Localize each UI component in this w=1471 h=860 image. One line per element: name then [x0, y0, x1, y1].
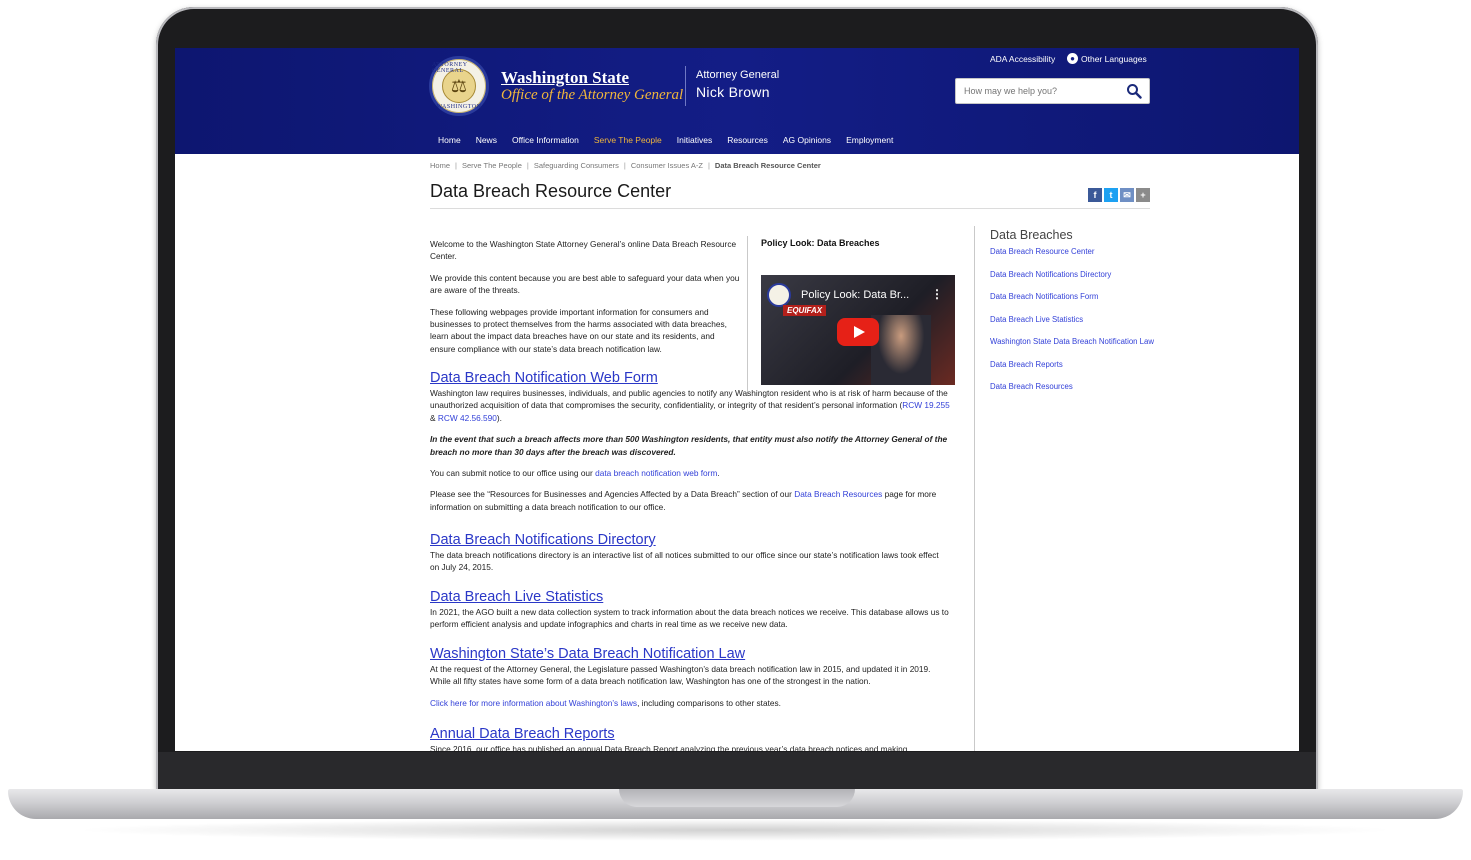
page-title: Data Breach Resource Center: [430, 181, 672, 201]
brand-divider: [685, 66, 686, 106]
more-options-icon[interactable]: ⋮: [931, 287, 943, 301]
breadcrumb-home[interactable]: Home: [430, 161, 450, 170]
section-reports: Annual Data Breach Reports Since 2016, o…: [430, 725, 950, 751]
sidebar-item-resources[interactable]: Data Breach Resources: [990, 381, 1155, 392]
video-title[interactable]: Policy Look: Data Br...: [801, 289, 909, 301]
section-law: Washington State’s Data Breach Notificat…: [430, 645, 950, 718]
intro-paragraph: These following webpages provide importa…: [430, 306, 727, 354]
nav-news[interactable]: News: [476, 135, 497, 147]
globe-icon: ●: [1067, 53, 1078, 64]
notify-ag-notice: In the event that such a breach affects …: [430, 434, 948, 457]
nav-home[interactable]: Home: [438, 135, 461, 147]
rcw-42-56-590-link[interactable]: RCW 42.56.590: [438, 413, 497, 423]
sidebar: Data Breaches Data Breach Resource Cente…: [990, 228, 1155, 404]
sidebar-heading: Data Breaches: [990, 228, 1073, 242]
reports-heading-link[interactable]: Annual Data Breach Reports: [430, 725, 950, 743]
nav-ag-opinions[interactable]: AG Opinions: [783, 135, 831, 147]
rcw-19-255-link[interactable]: RCW 19.255: [902, 400, 950, 410]
nav-serve-the-people[interactable]: Serve The People: [594, 135, 662, 147]
section-paragraph: Washington law requires businesses, indi…: [430, 387, 950, 424]
laptop-bezel: [158, 752, 1316, 790]
more-share-icon[interactable]: +: [1136, 188, 1150, 202]
section-statistics: Data Breach Live Statistics In 2021, the…: [430, 588, 950, 640]
search-input[interactable]: [956, 79, 1121, 103]
search-box: [955, 78, 1150, 104]
nav-employment[interactable]: Employment: [846, 135, 893, 147]
nav-resources[interactable]: Resources: [727, 135, 768, 147]
other-languages-link[interactable]: Other Languages: [1081, 54, 1147, 64]
statistics-heading-link[interactable]: Data Breach Live Statistics: [430, 588, 950, 606]
search-icon[interactable]: [1126, 83, 1142, 99]
breadcrumb-consumer-issues[interactable]: Consumer Issues A-Z: [631, 161, 703, 170]
section-paragraph: The data breach notifications directory …: [430, 550, 939, 573]
intro-paragraph: We provide this content because you are …: [430, 272, 740, 296]
browser-screen: ATTORNEY GENERAL ⚖ WASHINGTON Washington…: [175, 48, 1299, 751]
section-paragraph: Please see the “Resources for Businesses…: [430, 488, 950, 513]
directory-heading-link[interactable]: Data Breach Notifications Directory: [430, 531, 950, 549]
policy-look-title: Policy Look: Data Breaches: [761, 238, 880, 248]
web-form-heading-link[interactable]: Data Breach Notification Web Form: [430, 369, 950, 387]
main-nav: Home News Office Information Serve The P…: [438, 135, 908, 147]
sidebar-item-notification-law[interactable]: Washington State Data Breach Notificatio…: [990, 336, 1155, 347]
intro-text: Welcome to the Washington State Attorney…: [430, 238, 742, 364]
web-form-link[interactable]: data breach notification web form: [595, 468, 717, 478]
breadcrumb-current: Data Breach Resource Center: [714, 161, 821, 170]
nav-office-information[interactable]: Office Information: [512, 135, 579, 147]
title-divider: [430, 208, 1150, 209]
section-web-form: Data Breach Notification Web Form Washin…: [430, 369, 950, 522]
law-heading-link[interactable]: Washington State’s Data Breach Notificat…: [430, 645, 950, 663]
intro-paragraph: Welcome to the Washington State Attorney…: [430, 239, 737, 262]
washington-laws-link[interactable]: Click here for more information about Wa…: [430, 698, 637, 708]
site-header: ATTORNEY GENERAL ⚖ WASHINGTON Washington…: [175, 48, 1299, 154]
sidebar-divider: [974, 226, 975, 751]
breadcrumb-serve-the-people[interactable]: Serve The People: [462, 161, 522, 170]
section-paragraph: Click here for more information about Wa…: [430, 697, 950, 709]
paragraph-text: &: [430, 412, 438, 423]
breadcrumb-safeguarding-consumers[interactable]: Safeguarding Consumers: [534, 161, 619, 170]
seal-text-bottom: WASHINGTON: [436, 104, 482, 110]
scales-icon: ⚖: [442, 69, 476, 103]
ag-seal-logo[interactable]: ATTORNEY GENERAL ⚖ WASHINGTON: [429, 56, 489, 116]
sidebar-item-live-statistics[interactable]: Data Breach Live Statistics: [990, 314, 1155, 325]
paragraph-text: You can submit notice to our office usin…: [430, 468, 596, 479]
nav-initiatives[interactable]: Initiatives: [677, 135, 712, 147]
seal-text-top: ATTORNEY GENERAL: [432, 62, 468, 74]
email-share-icon[interactable]: ✉: [1120, 188, 1134, 202]
section-paragraph: Since 2016, our office has published an …: [430, 744, 908, 751]
section-directory: Data Breach Notifications Directory The …: [430, 531, 950, 583]
paragraph-text: Please see the “Resources for Businesses…: [430, 489, 795, 500]
paragraph-text: .: [717, 468, 720, 479]
laptop-notch: [619, 789, 855, 807]
play-button-icon[interactable]: [837, 318, 879, 346]
paragraph-text: , including comparisons to other states.: [637, 697, 781, 708]
brand-title[interactable]: Washington State: [501, 68, 629, 88]
channel-avatar[interactable]: [767, 283, 791, 307]
brand-subtitle[interactable]: Office of the Attorney General: [501, 87, 683, 104]
ag-label: Attorney General: [696, 69, 780, 81]
section-paragraph: In 2021, the AGO built a new data collec…: [430, 607, 949, 630]
data-breach-resources-link[interactable]: Data Breach Resources: [794, 489, 882, 499]
laptop-shadow: [70, 819, 1400, 841]
paragraph-text: ).: [496, 412, 502, 423]
ada-accessibility-link[interactable]: ADA Accessibility: [990, 54, 1055, 64]
sidebar-item-notifications-directory[interactable]: Data Breach Notifications Directory: [990, 269, 1155, 280]
section-paragraph: At the request of the Attorney General, …: [430, 664, 931, 687]
section-paragraph: You can submit notice to our office usin…: [430, 467, 950, 479]
breadcrumb: Home | Serve The People | Safeguarding Consu…: [430, 161, 821, 170]
sidebar-item-reports[interactable]: Data Breach Reports: [990, 359, 1155, 370]
sidebar-item-notifications-form[interactable]: Data Breach Notifications Form: [990, 291, 1155, 302]
sidebar-item-resource-center[interactable]: Data Breach Resource Center: [990, 246, 1155, 257]
facebook-share-icon[interactable]: f: [1088, 188, 1102, 202]
twitter-share-icon[interactable]: t: [1104, 188, 1118, 202]
video-brand-label: EQUIFAX: [783, 305, 827, 316]
paragraph-text: Washington law requires businesses, indi…: [430, 388, 948, 411]
ag-name: Nick Brown: [696, 84, 770, 100]
